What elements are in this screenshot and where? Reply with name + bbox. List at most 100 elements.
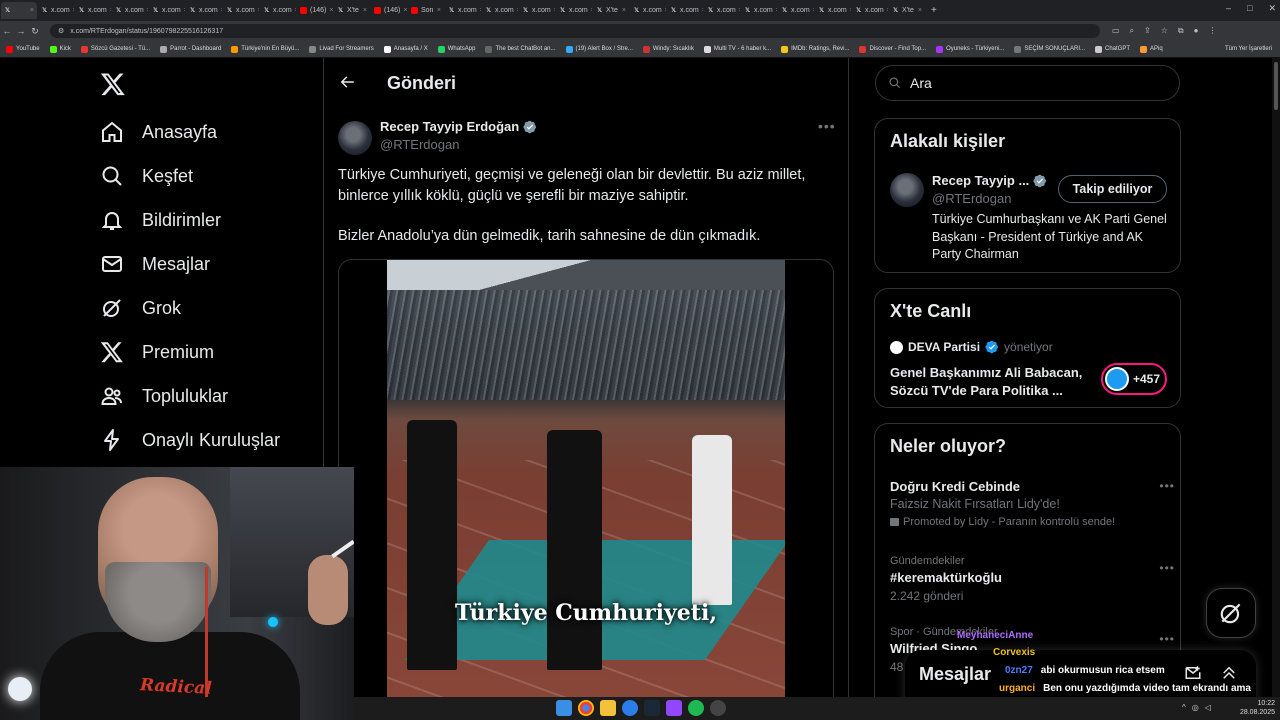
- tab-close-icon[interactable]: ×: [258, 7, 259, 14]
- tab-close-icon[interactable]: ×: [437, 7, 441, 14]
- author-avatar[interactable]: [338, 121, 372, 155]
- tab-close-icon[interactable]: ×: [110, 7, 111, 14]
- scroll-thumb[interactable]: [1274, 62, 1278, 110]
- tab-close-icon[interactable]: ×: [147, 7, 148, 14]
- app-icon[interactable]: [622, 700, 638, 716]
- tab-close-icon[interactable]: ×: [30, 7, 34, 14]
- tab-close-icon[interactable]: ×: [918, 7, 922, 14]
- back-nav-icon[interactable]: ←: [0, 26, 14, 36]
- obs-icon[interactable]: [666, 700, 682, 716]
- author-handle[interactable]: @RTErdogan: [380, 137, 459, 152]
- expand-drawer-icon[interactable]: [1220, 664, 1238, 682]
- browser-tab[interactable]: 𝕏 X'te ×: [334, 2, 370, 19]
- browser-tab[interactable]: 𝕏 X'te ×: [593, 2, 629, 19]
- browser-tab[interactable]: 𝕏x.com×: [519, 2, 555, 19]
- spotify-icon[interactable]: [688, 700, 704, 716]
- bookmark-item[interactable]: ChatGPT: [1095, 45, 1130, 53]
- x-logo-icon[interactable]: [100, 71, 126, 97]
- trend-more-icon[interactable]: •••: [1159, 479, 1175, 493]
- live-card[interactable]: X'te Canlı DEVA Partisi yönetiyor Genel …: [874, 288, 1181, 408]
- trend-item[interactable]: Doğru Kredi Cebinde Faizsiz Nakit Fırsat…: [890, 479, 1174, 528]
- nav-item-people[interactable]: Topluluklar: [100, 384, 228, 408]
- bookmark-item[interactable]: Discover - Find Top...: [859, 45, 926, 53]
- bookmark-item[interactable]: Oyuneks - Türkiyeni...: [936, 45, 1004, 53]
- clock[interactable]: 10:22 28.08.2025: [1240, 699, 1275, 717]
- volume-icon[interactable]: ◁: [1205, 703, 1211, 712]
- back-arrow-icon[interactable]: [338, 73, 356, 91]
- browser-tab[interactable]: 𝕏x.com×: [186, 2, 222, 19]
- nav-item-grok[interactable]: Grok: [100, 296, 181, 320]
- browser-tab[interactable]: (146) ×: [297, 2, 333, 19]
- related-handle[interactable]: @RTErdogan: [932, 191, 1011, 206]
- browser-tab[interactable]: 𝕏x.com×: [667, 2, 703, 19]
- start-icon[interactable]: [556, 700, 572, 716]
- tab-close-icon[interactable]: ×: [665, 7, 666, 14]
- folder-icon[interactable]: [600, 700, 616, 716]
- browser-tab[interactable]: 𝕏x.com×: [75, 2, 111, 19]
- video-player[interactable]: Türkiye Cumhuriyeti,: [387, 260, 785, 719]
- app2-icon[interactable]: [710, 700, 726, 716]
- search-input[interactable]: Ara: [875, 65, 1180, 101]
- author-name[interactable]: Recep Tayyip Erdoğan: [380, 119, 537, 134]
- post-media[interactable]: Türkiye Cumhuriyeti,: [338, 259, 834, 720]
- cast-icon[interactable]: ▭: [1112, 26, 1120, 36]
- browser-tab[interactable]: 𝕏x.com×: [815, 2, 851, 19]
- tab-close-icon[interactable]: ×: [591, 7, 592, 14]
- tab-close-icon[interactable]: ×: [813, 7, 814, 14]
- share-icon[interactable]: ⇪: [1144, 26, 1151, 36]
- tab-close-icon[interactable]: ×: [184, 7, 185, 14]
- nav-item-bell[interactable]: Bildirimler: [100, 208, 221, 232]
- extensions-icon[interactable]: ⧉: [1178, 26, 1184, 36]
- nav-item-lightning[interactable]: Onaylı Kuruluşlar: [100, 428, 280, 452]
- bookmark-item[interactable]: Anasayfa / X: [383, 45, 428, 53]
- browser-tab[interactable]: 𝕏x.com×: [112, 2, 148, 19]
- tab-close-icon[interactable]: ×: [403, 7, 407, 14]
- close-window-icon[interactable]: ✕: [1268, 3, 1276, 14]
- browser-tab[interactable]: 𝕏x.com×: [704, 2, 740, 19]
- menu-icon[interactable]: ⋮: [1208, 26, 1216, 36]
- zoom-icon[interactable]: ⌕: [1130, 26, 1134, 36]
- bookmark-item[interactable]: Sözcü Gazetesi - Tü...: [80, 45, 150, 53]
- url-field[interactable]: ⚙ x.com/RTErdogan/status/196079822551612…: [50, 24, 1100, 38]
- system-tray[interactable]: ^ ◎ ◁: [1182, 703, 1211, 712]
- bookmark-item[interactable]: Windy: Sıcaklık: [642, 45, 694, 53]
- bookmark-item[interactable]: IMDb: Ratings, Revi...: [781, 45, 849, 53]
- minimize-icon[interactable]: –: [1226, 3, 1231, 14]
- bookmark-item[interactable]: Multi TV - 6 haber k...: [703, 45, 771, 53]
- nav-item-mail[interactable]: Mesajlar: [100, 252, 210, 276]
- trend-more-icon[interactable]: •••: [1159, 632, 1175, 646]
- tab-close-icon[interactable]: ×: [329, 7, 333, 14]
- browser-tab[interactable]: 𝕏x.com×: [445, 2, 481, 19]
- tab-close-icon[interactable]: ×: [517, 7, 518, 14]
- bookmark-item[interactable]: APiq: [1140, 45, 1163, 53]
- browser-tab[interactable]: 𝕏x.com×: [778, 2, 814, 19]
- all-bookmarks[interactable]: Tüm Yer İşaretleri: [1225, 46, 1272, 52]
- bookmark-star-icon[interactable]: ☆: [1161, 26, 1168, 36]
- bookmark-item[interactable]: Livad For Streamers: [309, 45, 374, 53]
- nav-item-x[interactable]: Premium: [100, 340, 214, 364]
- maximize-icon[interactable]: □: [1247, 3, 1252, 14]
- bookmark-item[interactable]: The best ChatBot an...: [485, 45, 556, 53]
- tab-close-icon[interactable]: ×: [739, 7, 740, 14]
- tab-close-icon[interactable]: ×: [73, 7, 74, 14]
- browser-tab[interactable]: 𝕏x.com×: [260, 2, 296, 19]
- browser-tab[interactable]: 𝕏x.com×: [482, 2, 518, 19]
- browser-tab[interactable]: 𝕏x.com×: [741, 2, 777, 19]
- following-button[interactable]: Takip ediliyor: [1058, 175, 1167, 203]
- browser-tab[interactable]: 𝕏x.com×: [556, 2, 592, 19]
- related-avatar[interactable]: [890, 173, 924, 207]
- chrome-icon[interactable]: [578, 700, 594, 716]
- site-info-icon[interactable]: ⚙: [58, 27, 64, 35]
- trend-item[interactable]: Gündemdekiler #keremaktürkoğlu 2.242 gön…: [890, 555, 1174, 603]
- bookmark-item[interactable]: (19) Alert Box / Stre...: [565, 45, 633, 53]
- bookmark-item[interactable]: Kick: [49, 45, 71, 53]
- nav-item-search[interactable]: Keşfet: [100, 164, 193, 188]
- browser-tab[interactable]: 𝕏x.com×: [149, 2, 185, 19]
- bookmark-item[interactable]: Türkiye'nin En Büyü...: [231, 45, 299, 53]
- bookmark-item[interactable]: Parrot - Dashboard: [160, 45, 221, 53]
- tab-close-icon[interactable]: ×: [776, 7, 777, 14]
- browser-tab[interactable]: (146) ×: [371, 2, 407, 19]
- tab-close-icon[interactable]: ×: [363, 7, 367, 14]
- browser-tab[interactable]: 𝕏x.com×: [38, 2, 74, 19]
- post-more-icon[interactable]: •••: [818, 118, 836, 134]
